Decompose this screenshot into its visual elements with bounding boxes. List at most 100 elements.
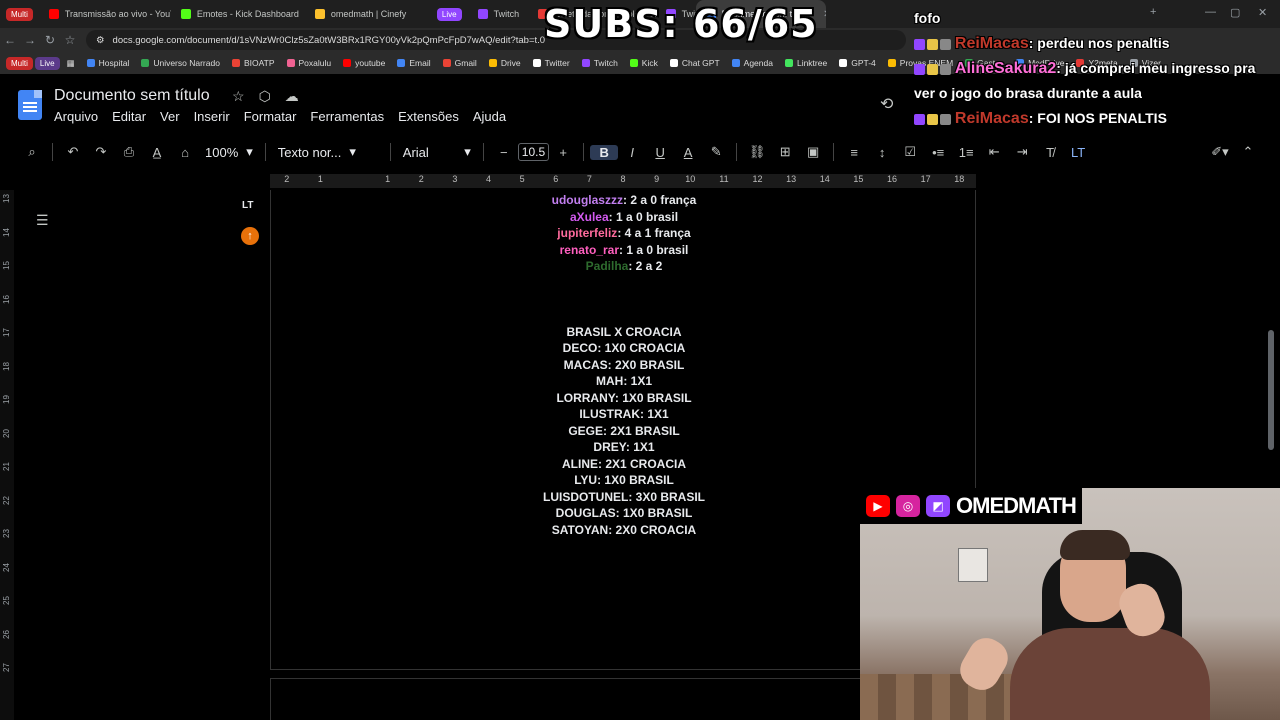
docs-logo-icon[interactable] bbox=[18, 90, 42, 120]
bookmark-item[interactable]: Drive bbox=[484, 58, 526, 68]
tab-favicon-icon bbox=[180, 9, 191, 19]
ruler-tick: 17 bbox=[1, 328, 11, 337]
document-outline-icon[interactable]: ☰ bbox=[36, 212, 49, 229]
browser-tab[interactable]: Emotes - Kick Dashboard bbox=[171, 0, 305, 28]
menu-item[interactable]: Arquivo bbox=[54, 109, 98, 124]
gift-badge-icon bbox=[927, 113, 938, 125]
paint-format-icon[interactable]: ⌂ bbox=[171, 145, 199, 160]
cloud-status-icon[interactable]: ☁ bbox=[285, 88, 299, 105]
star-icon[interactable]: ☆ bbox=[232, 88, 245, 105]
comment-icon[interactable]: ⊞ bbox=[771, 144, 799, 160]
bookmark-item[interactable]: Twitter bbox=[528, 58, 575, 68]
menu-item[interactable]: Ferramentas bbox=[310, 109, 384, 124]
editing-mode-icon[interactable]: ✐▾ bbox=[1206, 144, 1234, 160]
increase-indent-icon[interactable]: ⇥ bbox=[1008, 144, 1036, 160]
bookmark-item[interactable]: Twitch bbox=[577, 58, 623, 68]
apps-icon[interactable]: ▦ bbox=[62, 58, 80, 69]
bookmark-item[interactable]: Email bbox=[392, 58, 435, 68]
document-title[interactable]: Documento sem título bbox=[54, 87, 210, 105]
bookmark-item[interactable]: youtube bbox=[338, 58, 390, 68]
menu-item[interactable]: Inserir bbox=[194, 109, 230, 124]
spellcheck-icon[interactable]: A̲ bbox=[143, 145, 171, 160]
vertical-ruler[interactable]: 13 14 15 16 17 18 19 20 21 22 23 24 25 26 27 bbox=[0, 190, 14, 720]
underline-icon[interactable]: U bbox=[646, 145, 674, 160]
bookmark-item[interactable]: Kick bbox=[625, 58, 663, 68]
numbered-list-icon[interactable]: 1≡ bbox=[952, 145, 980, 160]
undo-icon[interactable]: ↶ bbox=[59, 144, 87, 160]
align-icon[interactable]: ≡ bbox=[840, 145, 868, 160]
ruler-tick: 5 bbox=[519, 174, 525, 184]
bookmark-icon[interactable]: ☆ bbox=[60, 33, 80, 47]
languagetool-side-icon[interactable]: LT bbox=[242, 200, 253, 211]
bookmark-item[interactable]: GPT-4 bbox=[834, 58, 881, 68]
highlight-icon[interactable]: ✎ bbox=[702, 144, 730, 160]
bookmark-item[interactable]: Agenda bbox=[727, 58, 778, 68]
tab-pill[interactable]: Live bbox=[436, 7, 462, 21]
document-body[interactable]: udouglaszzz: 2 a 0 frança aXulea: 1 a 0 b… bbox=[271, 192, 977, 538]
style-value: Texto nor... bbox=[277, 144, 342, 160]
print-icon[interactable]: ⎙ bbox=[115, 144, 143, 160]
reload-icon[interactable]: ↻ bbox=[40, 33, 60, 47]
guess-score: : 4 a 1 frança bbox=[617, 226, 691, 240]
zoom-select[interactable]: 100% ▾ bbox=[199, 144, 259, 160]
tab-pill[interactable]: Multi bbox=[6, 7, 33, 21]
bookmark-item[interactable]: Chat GPT bbox=[665, 58, 725, 68]
history-icon[interactable]: ⟲ bbox=[880, 94, 893, 114]
browser-tab[interactable]: Twitch bbox=[468, 0, 528, 28]
bookmark-item[interactable]: Hospital bbox=[82, 58, 135, 68]
scrollbar-thumb[interactable] bbox=[1268, 330, 1274, 450]
guess-line: aXulea: 1 a 0 brasil bbox=[271, 209, 977, 226]
bookmark-item[interactable]: Universo Narrado bbox=[136, 58, 225, 68]
languagetool-icon[interactable]: LT bbox=[1064, 145, 1092, 160]
tab-label: Transmissão ao vivo - YouTube bbox=[64, 9, 171, 19]
font-size-input[interactable]: 10.5 bbox=[517, 143, 550, 161]
move-icon[interactable]: ⬡ bbox=[259, 88, 271, 105]
collapse-toolbar-icon[interactable]: ⌃ bbox=[1234, 144, 1262, 160]
browser-tab[interactable]: omedmath | Cinefy bbox=[305, 0, 431, 28]
redo-icon[interactable]: ↷ bbox=[87, 144, 115, 160]
multi-pill[interactable]: Multi bbox=[6, 56, 33, 70]
bookmark-label: Poxalulu bbox=[298, 58, 332, 68]
line-spacing-icon[interactable]: ↕ bbox=[868, 145, 896, 160]
bullet-list-icon[interactable]: •≡ bbox=[924, 145, 952, 160]
ruler-tick: 9 bbox=[654, 174, 660, 184]
bookmark-item[interactable]: Poxalulu bbox=[282, 58, 337, 68]
style-select[interactable]: Texto nor... ▾ bbox=[272, 144, 384, 160]
ruler-tick: 22 bbox=[1, 495, 11, 505]
browser-tab[interactable]: Transmissão ao vivo - YouTube bbox=[39, 0, 171, 28]
decrease-indent-icon[interactable]: ⇤ bbox=[980, 144, 1008, 160]
increase-font-size-icon[interactable]: + bbox=[549, 145, 577, 160]
italic-icon[interactable]: I bbox=[618, 145, 646, 160]
bookmark-favicon-icon bbox=[231, 59, 240, 67]
bookmark-item[interactable]: BIOATP bbox=[227, 58, 280, 68]
bookmark-item[interactable]: Linktree bbox=[780, 58, 832, 68]
menu-item[interactable]: Ajuda bbox=[473, 109, 506, 124]
site-info-icon[interactable]: ⚙ bbox=[96, 35, 105, 46]
image-icon[interactable]: ▣ bbox=[799, 144, 827, 160]
menu-bar: Arquivo Editar Ver Inserir Formatar Ferrament… bbox=[54, 109, 506, 124]
font-select[interactable]: Arial ▾ bbox=[397, 144, 477, 160]
close-tab-icon[interactable]: ✕ bbox=[823, 9, 825, 20]
menu-item[interactable]: Ver bbox=[160, 109, 180, 124]
forward-icon[interactable]: → bbox=[20, 33, 40, 47]
clear-formatting-icon[interactable]: T̸ bbox=[1036, 145, 1064, 160]
link-icon[interactable]: ⛓ bbox=[743, 144, 771, 160]
guess-line: jupiterfeliz: 4 a 1 frança bbox=[271, 225, 977, 242]
checklist-icon[interactable]: ☑ bbox=[896, 144, 924, 160]
live-pill[interactable]: Live bbox=[34, 56, 60, 70]
chat-message: ReiMacas: perdeu nos penaltis bbox=[914, 31, 1280, 56]
decrease-font-size-icon[interactable]: − bbox=[490, 145, 518, 160]
bookmark-favicon-icon bbox=[839, 59, 848, 67]
upload-icon[interactable]: ↑ bbox=[241, 227, 259, 245]
menu-item[interactable]: Formatar bbox=[244, 109, 297, 124]
bold-icon[interactable]: B bbox=[590, 144, 619, 160]
text-color-icon[interactable]: A bbox=[674, 145, 702, 160]
menu-item[interactable]: Editar bbox=[112, 109, 146, 124]
menu-item[interactable]: Extensões bbox=[398, 109, 459, 124]
bookmark-item[interactable]: Gmail bbox=[438, 58, 482, 68]
guess-score: : 1 a 0 brasil bbox=[619, 242, 689, 257]
back-icon[interactable]: ← bbox=[0, 33, 20, 47]
search-menus-icon[interactable]: ⌕ bbox=[18, 144, 46, 160]
horizontal-ruler[interactable]: 2 1 1 2 3 4 5 6 7 8 9 10 11 12 13 14 15 16 17 18 bbox=[270, 174, 976, 188]
ruler-tick: 13 bbox=[786, 174, 797, 184]
